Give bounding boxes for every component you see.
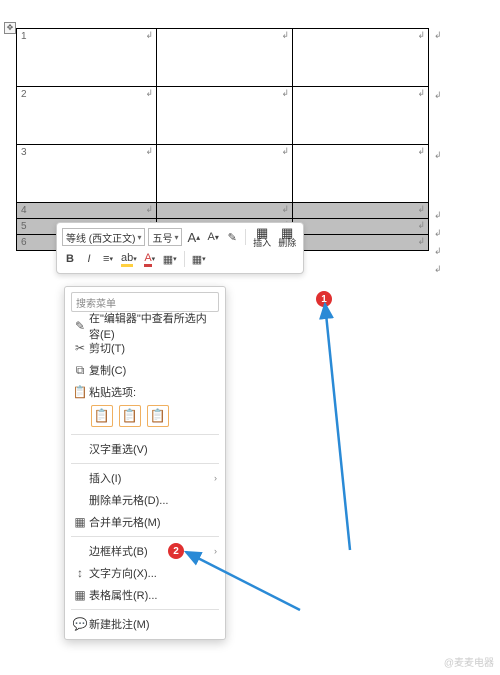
table-move-handle[interactable]: ✥	[4, 22, 16, 34]
decrease-font-button[interactable]: A▾	[205, 228, 221, 246]
table-properties-icon: ▦	[71, 588, 89, 602]
paste-options-row: 📋 📋 📋	[65, 403, 225, 431]
paragraph-mark-icon: ↲	[145, 146, 153, 157]
align-button[interactable]: ≡▾	[100, 250, 116, 268]
table-row[interactable]: 3 ↲ ↲ ↲	[17, 145, 429, 203]
menu-new-comment[interactable]: 💬新建批注(M)	[65, 613, 225, 635]
mini-toolbar: 等线 (西文正文)▾ 五号▾ A▴ A▾ ✎ ▦插入 ▦删除 B I ≡▾ ab…	[56, 222, 304, 274]
scissors-icon: ✂	[71, 341, 89, 355]
paragraph-mark-icon: ↲	[417, 204, 425, 215]
paragraph-mark-icon: ↲	[281, 88, 289, 99]
format-painter-button[interactable]: ✎	[224, 228, 240, 246]
increase-font-button[interactable]: A▴	[185, 228, 202, 246]
cell-text: 4	[21, 205, 27, 216]
paragraph-mark-icon: ↲	[417, 88, 425, 99]
menu-copy[interactable]: ⧉复制(C)	[65, 359, 225, 381]
paragraph-mark-icon: ↲	[145, 30, 153, 41]
watermark: @麦麦电器	[444, 654, 494, 669]
paste-text-only-button[interactable]: 📋	[147, 405, 169, 427]
paragraph-mark-icon: ↲	[417, 236, 425, 247]
delete-table-button[interactable]: ▦删除	[276, 226, 298, 248]
paragraph-mark-icon: ↲	[417, 30, 425, 41]
font-name-select[interactable]: 等线 (西文正文)▾	[62, 228, 145, 246]
chevron-right-icon: ›	[214, 546, 217, 556]
font-color-button[interactable]: A▾	[142, 250, 158, 268]
menu-insert[interactable]: 插入(I)›	[65, 467, 225, 489]
copy-icon: ⧉	[71, 363, 89, 378]
bold-button[interactable]: B	[62, 250, 78, 268]
paragraph-mark-icon: ↲	[145, 204, 153, 215]
cell-text: 2	[21, 89, 27, 100]
menu-view-in-editor[interactable]: ✎在"编辑器"中查看所选内容(E)	[65, 315, 225, 337]
highlight-button[interactable]: ab▾	[119, 250, 139, 268]
annotation-badge-2: 2	[168, 543, 184, 559]
menu-paste-options: 📋粘贴选项:	[65, 381, 225, 403]
menu-delete-cells[interactable]: 删除单元格(D)...	[65, 489, 225, 511]
borders-button[interactable]: ▦▾	[161, 250, 179, 268]
font-size-select[interactable]: 五号▾	[148, 228, 182, 246]
paragraph-mark-icon: ↲	[417, 220, 425, 231]
cell-text: 3	[21, 147, 27, 158]
insert-table-button[interactable]: ▦插入	[251, 226, 273, 248]
menu-text-direction[interactable]: ↕文字方向(X)...	[65, 562, 225, 584]
paste-keep-source-button[interactable]: 📋	[91, 405, 113, 427]
menu-cn-reselect[interactable]: 汉字重选(V)	[65, 438, 225, 460]
document-table: 1↲ ↲ ↲ 2↲ ↲ ↲ 3↲ ↲ ↲ 4↲ ↲ ↲ 5↲ ↲ ↲ 6↲ ↲ …	[16, 28, 429, 251]
paragraph-mark-icon: ↲	[145, 88, 153, 99]
annotation-arrow-1	[230, 290, 370, 560]
table-row[interactable]: 4 ↲ ↲ ↲	[17, 203, 429, 219]
paragraph-mark-icon: ↲	[281, 204, 289, 215]
editor-icon: ✎	[71, 319, 89, 333]
paste-icon: 📋	[71, 385, 89, 399]
text-direction-icon: ↕	[71, 566, 89, 580]
paste-merge-button[interactable]: 📋	[119, 405, 141, 427]
chevron-right-icon: ›	[214, 473, 217, 483]
table-row[interactable]: 2 ↲ ↲ ↲	[17, 87, 429, 145]
paragraph-mark-icon: ↲	[281, 146, 289, 157]
menu-table-properties[interactable]: ▦表格属性(R)...	[65, 584, 225, 606]
context-menu: 搜索菜单 ✎在"编辑器"中查看所选内容(E) ✂剪切(T) ⧉复制(C) 📋粘贴…	[64, 286, 226, 640]
comment-icon: 💬	[71, 617, 89, 631]
insert-dropdown-button[interactable]: ▦▾	[190, 250, 208, 268]
menu-border-style[interactable]: 边框样式(B)›	[65, 540, 225, 562]
cell-text: 1	[21, 31, 27, 42]
menu-search-input[interactable]: 搜索菜单	[71, 292, 219, 312]
merge-icon: ▦	[71, 515, 89, 529]
cell-text: 5	[21, 221, 27, 232]
italic-button[interactable]: I	[81, 250, 97, 268]
paragraph-mark-icon: ↲	[281, 30, 289, 41]
annotation-badge-1: 1	[316, 291, 332, 307]
cell-text: 6	[21, 237, 27, 248]
menu-merge-cells[interactable]: ▦合并单元格(M)	[65, 511, 225, 533]
menu-cut[interactable]: ✂剪切(T)	[65, 337, 225, 359]
table-row[interactable]: 1 ↲ ↲ ↲	[17, 29, 429, 87]
paragraph-mark-icon: ↲	[417, 146, 425, 157]
